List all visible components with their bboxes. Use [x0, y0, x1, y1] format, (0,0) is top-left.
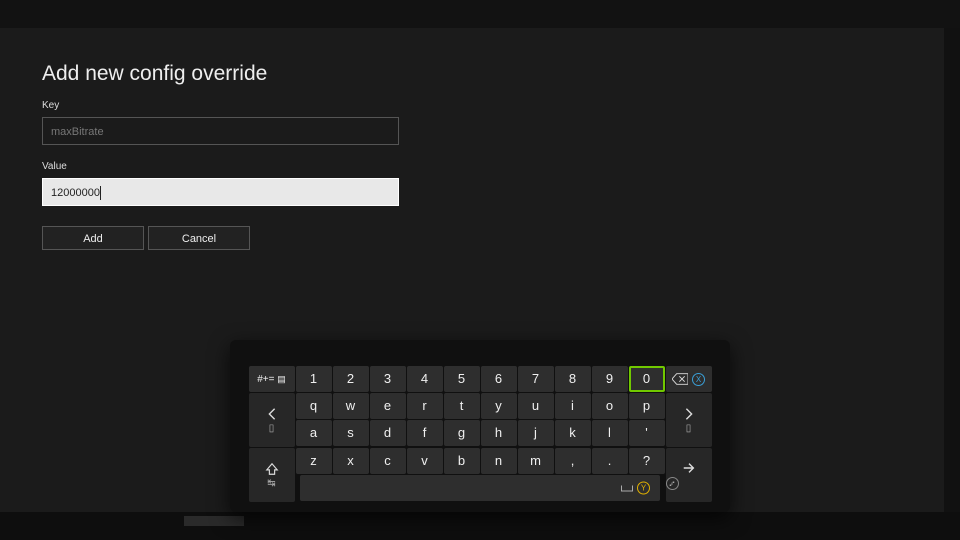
add-button[interactable]: Add — [42, 226, 144, 250]
key-cursor-right[interactable]: ▯ — [666, 393, 712, 447]
key-w[interactable]: w — [333, 393, 369, 419]
key-cursor-left[interactable]: ▯ — [249, 393, 295, 447]
chevron-right-icon — [682, 407, 696, 421]
chevron-left-icon — [265, 407, 279, 421]
value-input-value: 12000000 — [51, 187, 100, 199]
key-space[interactable]: Y — [300, 475, 660, 501]
key-backspace[interactable]: X — [666, 366, 712, 392]
key-v[interactable]: v — [407, 448, 443, 474]
key-l[interactable]: l — [592, 420, 628, 446]
text-caret — [100, 186, 101, 200]
key-symbols-label: #+= — [257, 374, 274, 385]
top-bar — [0, 0, 960, 28]
key-t[interactable]: t — [444, 393, 480, 419]
rb-icon: ▯ — [666, 423, 712, 434]
key-symbols[interactable]: #+= ▤ — [249, 366, 295, 392]
hint-x-icon: X — [692, 373, 705, 386]
key-2[interactable]: 2 — [333, 366, 369, 392]
key-9[interactable]: 9 — [592, 366, 628, 392]
key-7[interactable]: 7 — [518, 366, 554, 392]
key-s[interactable]: s — [333, 420, 369, 446]
key-f[interactable]: f — [407, 420, 443, 446]
key-y[interactable]: y — [481, 393, 517, 419]
key-g[interactable]: g — [444, 420, 480, 446]
ls-icon: ↹ — [249, 478, 295, 489]
key-c[interactable]: c — [370, 448, 406, 474]
bottom-bar-hint — [184, 516, 244, 526]
key-m[interactable]: m — [518, 448, 554, 474]
key-shift[interactable]: ↹ — [249, 448, 295, 502]
key-q[interactable]: q — [296, 393, 332, 419]
key-1[interactable]: 1 — [296, 366, 332, 392]
key-r[interactable]: r — [407, 393, 443, 419]
key-n[interactable]: n — [481, 448, 517, 474]
arrow-right-icon — [682, 461, 696, 475]
key-6[interactable]: 6 — [481, 366, 517, 392]
key-8[interactable]: 8 — [555, 366, 591, 392]
lb-icon: ▯ — [249, 423, 295, 434]
key-input[interactable]: maxBitrate — [42, 117, 399, 145]
key-?[interactable]: ? — [629, 448, 665, 474]
key-.[interactable]: . — [592, 448, 628, 474]
key-0[interactable]: 0 — [629, 366, 665, 392]
space-icon — [621, 485, 633, 491]
key-label: Key — [42, 100, 442, 111]
key-x[interactable]: x — [333, 448, 369, 474]
key-3[interactable]: 3 — [370, 366, 406, 392]
key-'[interactable]: ' — [629, 420, 665, 446]
form: Add new config override Key maxBitrate V… — [42, 62, 442, 250]
page-title: Add new config override — [42, 62, 442, 86]
cancel-button[interactable]: Cancel — [148, 226, 250, 250]
key-p[interactable]: p — [629, 393, 665, 419]
key-a[interactable]: a — [296, 420, 332, 446]
key-o[interactable]: o — [592, 393, 628, 419]
button-row: Add Cancel — [42, 226, 442, 250]
onscreen-keyboard: #+= ▤ 1234567890 X ▯ qwertyuiop asdfghjk… — [230, 340, 730, 512]
osk-row-0: #+= ▤ 1234567890 X — [240, 366, 720, 392]
value-input[interactable]: 12000000 — [42, 178, 399, 206]
backspace-icon — [672, 373, 688, 385]
osk-row-1: ▯ qwertyuiop asdfghjkl' ▯ — [240, 393, 720, 447]
value-label: Value — [42, 161, 442, 172]
hint-b-icon: ⑇ — [666, 477, 679, 490]
right-edge — [944, 28, 960, 512]
key-input-value: maxBitrate — [51, 126, 104, 138]
key-e[interactable]: e — [370, 393, 406, 419]
key-i[interactable]: i — [555, 393, 591, 419]
key-h[interactable]: h — [481, 420, 517, 446]
key-u[interactable]: u — [518, 393, 554, 419]
key-,[interactable]: , — [555, 448, 591, 474]
key-b[interactable]: b — [444, 448, 480, 474]
key-d[interactable]: d — [370, 420, 406, 446]
key-5[interactable]: 5 — [444, 366, 480, 392]
osk-row-3: ↹ zxcvbnm,.? Y ⑇ — [240, 448, 720, 502]
key-enter[interactable]: ⑇ — [666, 448, 712, 502]
key-k[interactable]: k — [555, 420, 591, 446]
shift-up-icon — [265, 462, 279, 476]
key-4[interactable]: 4 — [407, 366, 443, 392]
hint-y-icon: Y — [637, 482, 650, 495]
key-z[interactable]: z — [296, 448, 332, 474]
key-j[interactable]: j — [518, 420, 554, 446]
